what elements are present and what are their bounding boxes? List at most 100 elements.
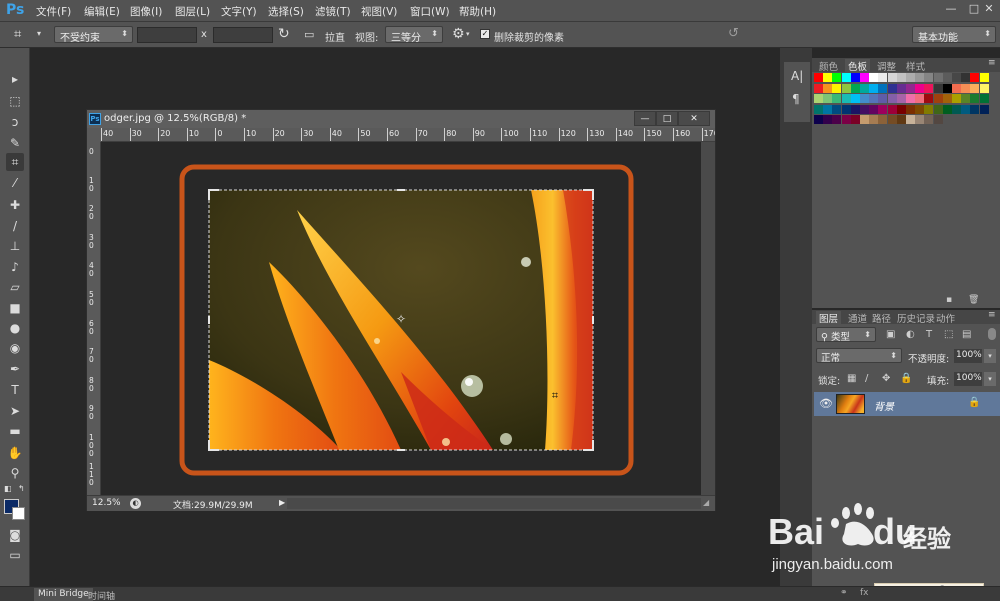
filter-shape-icon[interactable]: ⬚ [944,329,953,340]
horizontal-ruler[interactable]: 40 30 20 10 0 10 20 30 40 50 60 70 80 90 100 110 120 130 1… [101,128,715,142]
color-swatch[interactable] [878,104,888,114]
reset-icon[interactable]: ↺ [728,26,739,41]
filter-pixel-icon[interactable]: ▣ [886,329,895,340]
color-swatch[interactable] [869,104,879,114]
color-swatch[interactable] [906,83,915,93]
color-swatch[interactable] [887,73,897,82]
panel-menu-icon[interactable]: ≡ [988,58,996,68]
color-swatch[interactable] [841,83,851,93]
canvas-pasteboard[interactable]: ✧ ⌗ [101,142,701,495]
opacity-input[interactable]: 100% [954,349,982,363]
color-swatch[interactable] [952,73,961,82]
eraser-tool-icon[interactable]: ▱ [6,278,24,296]
crop-ratio-select[interactable]: 不受约束 ⬍ [54,26,133,44]
color-swatch[interactable] [887,94,897,104]
rectangle-tool-icon[interactable]: ▬ [6,422,24,440]
panel-menu-icon[interactable]: ≡ [988,310,996,320]
doc-close-button[interactable]: ✕ [678,111,710,126]
color-swatch[interactable] [924,94,934,104]
menu-image[interactable]: 图像(I) [130,4,162,19]
color-swatch[interactable] [814,73,823,82]
color-swatch[interactable] [869,115,879,125]
color-swatch[interactable] [915,94,925,104]
color-swatch[interactable] [961,94,971,104]
link-layers-icon[interactable]: ⚭ [840,588,848,598]
color-swatch[interactable] [850,73,860,82]
crop-width-field[interactable] [137,27,197,43]
color-swatch[interactable] [814,94,823,104]
tab-timeline[interactable]: 时间轴 [84,588,119,601]
color-swatch[interactable] [850,94,860,104]
color-swatch[interactable] [850,115,860,125]
color-swatch[interactable] [832,104,842,114]
layer-row[interactable]: 👁 背景 🔒 [814,392,1000,416]
color-swatch[interactable] [933,104,943,114]
color-swatch[interactable] [970,73,980,82]
color-swatch[interactable] [933,73,943,82]
opacity-chevron-icon[interactable]: ▾ [984,349,996,363]
color-swatch[interactable] [906,73,915,82]
tab-layers[interactable]: 图层 [816,311,842,325]
color-swatch[interactable] [823,115,833,125]
healing-brush-tool-icon[interactable]: ✚ [6,196,24,214]
color-swatch[interactable] [814,83,823,93]
color-swatch[interactable] [896,115,906,125]
ruler-origin[interactable] [87,128,101,142]
color-swatch[interactable] [850,104,860,114]
color-swatch[interactable] [841,115,851,125]
preset-chevron-down-icon[interactable]: ▾ [37,29,41,38]
blur-tool-icon[interactable]: ● [6,319,24,337]
color-swatch[interactable] [952,104,961,114]
color-swatch[interactable] [961,104,971,114]
color-swatch[interactable] [924,73,934,82]
menu-help[interactable]: 帮助(H) [459,4,496,19]
tab-swatches[interactable]: 色板 [845,59,871,73]
trash-icon[interactable]: 🗑 [968,295,979,305]
color-swatch[interactable] [933,83,943,93]
color-swatch[interactable] [814,104,823,114]
color-swatch[interactable] [896,73,906,82]
crop-tool-preset-icon[interactable]: ⌗ [14,27,21,42]
color-swatch[interactable] [915,83,925,93]
fill-chevron-icon[interactable]: ▾ [984,372,996,386]
vertical-ruler[interactable]: 0 10 20 30 40 50 60 70 80 90 100 110 [87,142,101,495]
tab-paths[interactable]: 路径 [869,311,894,325]
color-swatch[interactable] [924,104,934,114]
quick-mask-icon[interactable]: ◙ [6,526,24,544]
document-title-bar[interactable]: Ps odger.jpg @ 12.5%(RGB/8) * — □ ✕ [87,110,715,128]
color-swatch[interactable] [979,94,989,104]
color-swatch[interactable] [823,94,833,104]
menu-view[interactable]: 视图(V) [361,4,397,19]
close-button[interactable]: ✕ [978,2,1000,18]
blend-mode-select[interactable]: 正常 ⬍ [816,348,902,364]
color-swatch[interactable] [961,83,971,93]
color-swatch[interactable] [952,94,961,104]
menu-window[interactable]: 窗口(W) [410,4,450,19]
color-swatch[interactable] [915,115,925,125]
history-brush-tool-icon[interactable]: ♪ [6,258,24,276]
color-swatch[interactable] [970,83,980,93]
screen-mode-icon[interactable]: ▭ [6,546,24,564]
color-swatch[interactable] [979,104,989,114]
type-tool-icon[interactable]: T [6,381,24,399]
color-swatch[interactable] [979,73,989,82]
doc-maximize-button[interactable]: □ [656,111,678,126]
color-swatch[interactable] [860,83,869,93]
gradient-tool-icon[interactable]: ■ [6,299,24,317]
character-panel-icon[interactable]: A| [791,69,803,83]
color-swatch[interactable] [869,83,879,93]
status-info-icon[interactable]: ◐ [130,498,141,509]
color-swatch[interactable] [860,115,869,125]
layer-name[interactable]: 背景 [874,398,894,413]
lock-all-icon[interactable]: 🔒 [900,373,912,384]
color-swatch[interactable] [814,115,823,125]
color-swatch[interactable] [850,83,860,93]
marquee-tool-icon[interactable]: ⬚ [6,92,24,110]
brush-tool-icon[interactable]: / [6,217,24,235]
menu-file[interactable]: 文件(F) [36,4,71,19]
color-swatch[interactable] [869,94,879,104]
gear-icon[interactable]: ⚙ [452,26,465,42]
color-swatch[interactable] [832,73,842,82]
clone-stamp-tool-icon[interactable]: ⊥ [6,237,24,255]
vertical-scrollbar[interactable] [701,142,715,495]
